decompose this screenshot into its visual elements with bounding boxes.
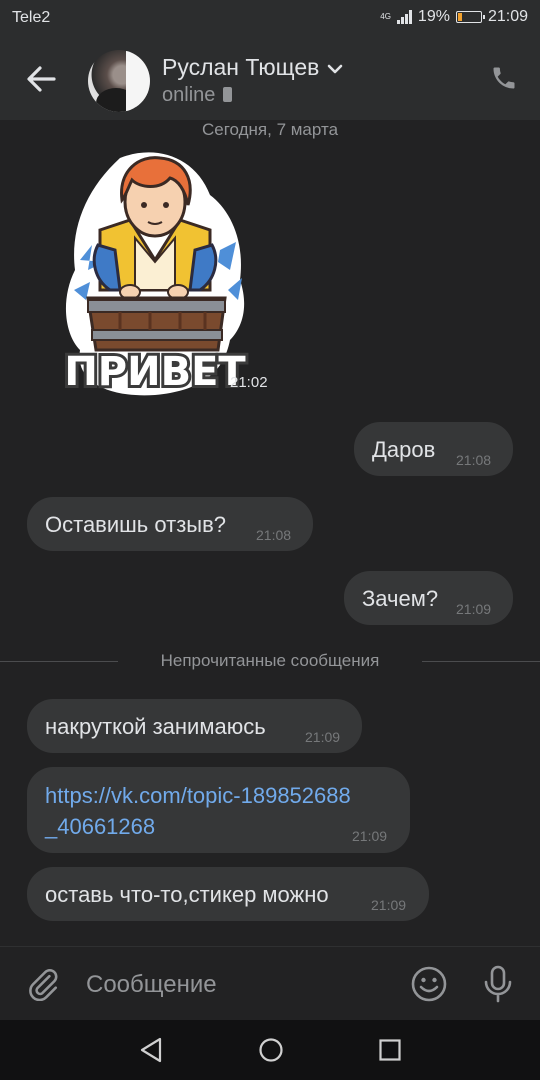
message-bubble-incoming[interactable]: накруткой занимаюсь 21:09: [27, 699, 362, 753]
mobile-device-icon: [223, 87, 233, 102]
message-bubble-incoming[interactable]: оставь что-то,стикер можно 21:09: [27, 867, 429, 921]
carrier-name: Tele2: [12, 9, 51, 26]
message-time: 21:09: [352, 828, 388, 844]
network-type: 4G: [380, 12, 391, 21]
smile-icon[interactable]: [410, 965, 448, 1003]
message-bubble-incoming[interactable]: https://vk.com/topic-189852688 _40661268…: [27, 767, 410, 853]
status-indicators: 4G 19% 21:09: [380, 8, 528, 26]
presence-text: online: [162, 84, 216, 106]
clock: 21:09: [487, 8, 528, 25]
contact-title[interactable]: Руслан Тющев: [162, 54, 343, 81]
battery-icon: [455, 11, 485, 23]
message-text: оставь что-то,стикер можно: [45, 882, 329, 907]
sticker-text: ПРИВЕТ: [64, 349, 246, 395]
signal-icon: [396, 10, 412, 24]
message-text: Зачем?: [362, 586, 439, 611]
message-link-continuation[interactable]: _40661268: [45, 814, 155, 840]
message-composer: Сообщение: [0, 946, 540, 1021]
sticker[interactable]: ПРИВЕТ: [60, 150, 250, 400]
message-time: 21:09: [305, 729, 341, 745]
status-bar: Tele2 4G 19% 21:09: [0, 0, 540, 36]
date-separator: Сегодня, 7 марта: [201, 120, 339, 139]
arrow-left-icon[interactable]: [24, 62, 58, 96]
message-text: Даров: [372, 437, 436, 462]
message-link[interactable]: https://vk.com/topic-189852688: [45, 783, 351, 809]
nav-recent-icon[interactable]: [379, 1039, 401, 1061]
message-time: 21:09: [456, 601, 492, 617]
message-text: накруткой занимаюсь: [45, 714, 266, 739]
nav-home-icon[interactable]: [259, 1038, 283, 1062]
paperclip-icon[interactable]: [26, 967, 60, 1001]
system-navigation-bar: [0, 1020, 540, 1080]
battery-percent: 19%: [417, 8, 450, 25]
message-time: 21:08: [256, 527, 292, 543]
message-text: Оставишь отзыв?: [45, 512, 227, 537]
phone-icon[interactable]: [490, 64, 518, 92]
message-input[interactable]: Сообщение: [86, 971, 217, 999]
message-bubble-incoming[interactable]: Оставишь отзыв? 21:08: [27, 497, 313, 551]
avatar[interactable]: [88, 50, 150, 112]
message-time: 21:09: [371, 897, 407, 913]
message-time: 21:02: [230, 374, 268, 391]
message-bubble-outgoing[interactable]: Зачем? 21:09: [344, 571, 513, 625]
message-time: 21:08: [456, 452, 492, 468]
microphone-icon[interactable]: [482, 965, 514, 1003]
contact-name: Руслан Тющев: [162, 54, 320, 80]
divider-line-right: [422, 661, 540, 662]
chevron-down-icon: [328, 64, 343, 74]
message-bubble-outgoing[interactable]: Даров 21:08: [354, 422, 513, 476]
presence-status: online: [162, 84, 233, 107]
nav-back-icon[interactable]: [139, 1037, 163, 1063]
chat-header: Руслан Тющев online: [0, 36, 540, 120]
